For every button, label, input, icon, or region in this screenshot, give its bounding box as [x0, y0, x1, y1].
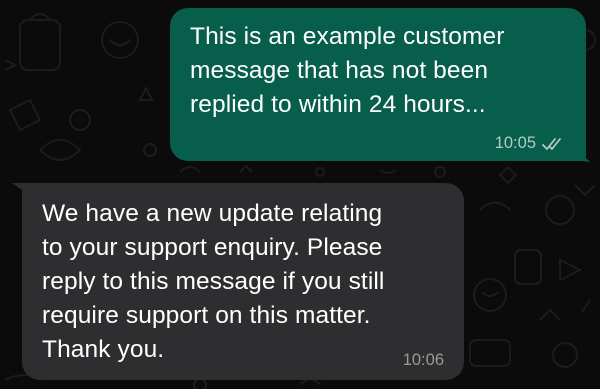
- message-text: This is an example customer message that…: [190, 23, 505, 118]
- double-check-icon: [542, 137, 561, 150]
- message-bubble-incoming[interactable]: We have a new update relating to your su…: [22, 183, 464, 380]
- message-bubble-outgoing[interactable]: This is an example customer message that…: [170, 8, 586, 161]
- message-time: 10:06: [402, 351, 444, 369]
- message-time: 10:05: [494, 134, 536, 152]
- message-text: We have a new update relating to your su…: [42, 200, 385, 363]
- message-meta: 10:06: [403, 351, 444, 370]
- message-meta: 10:05: [495, 134, 564, 153]
